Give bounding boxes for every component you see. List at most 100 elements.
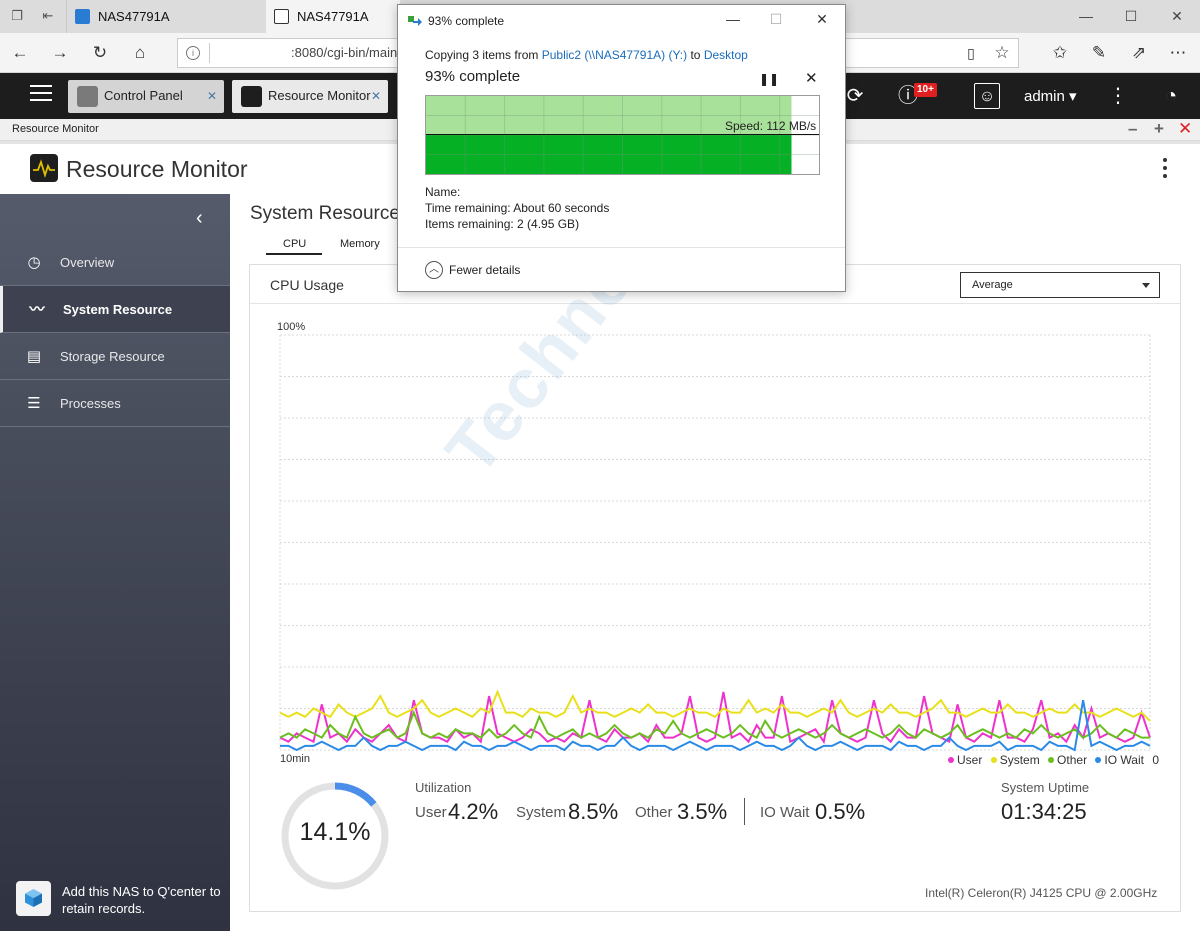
close-app-icon[interactable]: ✕ bbox=[1178, 120, 1192, 138]
destination-link[interactable]: Desktop bbox=[704, 48, 748, 62]
dialog-maximize-icon: ☐ bbox=[769, 11, 783, 27]
legend-item-user[interactable]: User bbox=[948, 753, 982, 767]
transfer-speed-graph bbox=[425, 95, 820, 175]
app-tab-label: Resource Monitor bbox=[268, 88, 371, 103]
app-menu-icon[interactable] bbox=[1157, 158, 1173, 182]
legend-dot bbox=[1048, 757, 1055, 763]
fewer-details-link[interactable]: Fewer details bbox=[449, 263, 520, 277]
dialog-close-icon[interactable]: ✕ bbox=[812, 11, 832, 28]
favorite-star-icon[interactable]: ☆ bbox=[990, 41, 1014, 65]
back-icon[interactable]: ← bbox=[8, 41, 32, 65]
sidebar-item-processes[interactable]: ☰ Processes bbox=[0, 380, 230, 427]
close-tab-icon[interactable]: ✕ bbox=[371, 89, 381, 103]
more-icon[interactable]: ⋯ bbox=[1166, 41, 1190, 65]
y-axis-top-label: 100% bbox=[277, 321, 305, 333]
stat-divider bbox=[744, 798, 745, 825]
tab-groups-icon[interactable]: ❐ bbox=[9, 8, 25, 24]
legend-item-other[interactable]: Other bbox=[1048, 753, 1087, 767]
legend-dot bbox=[1095, 757, 1102, 763]
legend-item-io-wait[interactable]: IO Wait bbox=[1095, 753, 1144, 767]
stat-user-name: User bbox=[415, 804, 447, 821]
uptime-value: 01:34:25 bbox=[1001, 799, 1087, 824]
address-url[interactable]: :8080/cgi-bin/main bbox=[291, 45, 397, 60]
stat-system-name: System bbox=[516, 804, 567, 821]
copy-prefix: Copying 3 items from bbox=[425, 48, 539, 62]
section-title: System Resource bbox=[250, 203, 400, 224]
sidebar-item-system-resource[interactable]: 〰 System Resource bbox=[0, 286, 230, 333]
tab-memory[interactable]: Memory bbox=[340, 238, 380, 250]
copy-to-word: to bbox=[690, 48, 701, 62]
reading-view-icon[interactable]: ▯ bbox=[959, 41, 983, 65]
close-tab-icon[interactable]: ✕ bbox=[207, 89, 217, 103]
address-separator bbox=[209, 43, 210, 63]
refresh-icon[interactable]: ↻ bbox=[88, 41, 112, 65]
home-icon[interactable]: ⌂ bbox=[128, 41, 152, 65]
pause-icon[interactable]: ❚❚ bbox=[759, 72, 779, 86]
legend-dot bbox=[990, 757, 997, 763]
series-line-io-wait bbox=[280, 700, 1151, 752]
browser-tab[interactable]: NAS47791A bbox=[66, 0, 264, 33]
minimize-app-icon[interactable]: – bbox=[1128, 120, 1137, 138]
utilization-label: Utilization bbox=[415, 780, 472, 795]
time-remaining: Time remaining: About 60 seconds bbox=[425, 201, 610, 215]
app-tab-resource-monitor[interactable]: Resource Monitor ✕ bbox=[232, 80, 388, 113]
qcenter-promo-text[interactable]: Add this NAS to Q'center to retain recor… bbox=[62, 883, 222, 917]
cancel-copy-icon[interactable]: ✕ bbox=[805, 69, 818, 87]
x-axis-left-label: 10min bbox=[280, 753, 310, 765]
pen-icon[interactable]: ✎ bbox=[1087, 41, 1111, 65]
share-icon[interactable]: ⇗ bbox=[1127, 41, 1151, 65]
legend-dot bbox=[948, 757, 954, 763]
user-menu[interactable]: admin ▾ bbox=[1024, 87, 1077, 105]
username: admin bbox=[1024, 88, 1065, 105]
resource-monitor-logo-icon bbox=[30, 154, 58, 182]
sidebar-item-label: Overview bbox=[60, 255, 115, 270]
browser-tab-active[interactable]: NAS47791A bbox=[266, 0, 400, 33]
transfer-speed: Speed: 112 MB/s bbox=[725, 119, 817, 133]
qcenter-cube-icon[interactable] bbox=[16, 881, 51, 916]
favorites-list-icon[interactable]: ✩ bbox=[1048, 41, 1072, 65]
collapse-sidebar-icon[interactable]: ‹ bbox=[196, 207, 203, 230]
app-tab-label: Control Panel bbox=[104, 88, 183, 103]
dialog-divider bbox=[398, 247, 845, 248]
page-favicon-icon bbox=[274, 9, 289, 24]
forward-icon[interactable]: → bbox=[48, 41, 72, 65]
sidebar-item-storage-resource[interactable]: ▤ Storage Resource bbox=[0, 333, 230, 380]
sidebar-item-overview[interactable]: ◷ Overview bbox=[0, 239, 230, 286]
dialog-minimize-icon[interactable]: — bbox=[723, 11, 743, 27]
line-chart-icon: 〰 bbox=[29, 301, 45, 318]
user-icon[interactable]: ☺ bbox=[974, 83, 1000, 109]
list-icon: ☰ bbox=[27, 395, 41, 412]
more-options-icon[interactable]: ⋮ bbox=[1105, 83, 1131, 109]
main-menu-icon[interactable] bbox=[30, 85, 52, 103]
percent-complete: 93% complete bbox=[425, 68, 521, 85]
resource-monitor-icon bbox=[241, 86, 262, 107]
minimize-window-icon[interactable]: — bbox=[1063, 0, 1109, 33]
average-select[interactable]: Average bbox=[960, 272, 1160, 298]
gear-icon bbox=[77, 86, 98, 107]
close-window-icon[interactable]: ✕ bbox=[1154, 0, 1200, 33]
window-title: Resource Monitor bbox=[12, 123, 99, 135]
storage-icon: ▤ bbox=[26, 348, 42, 365]
dropdown-arrow-icon bbox=[1142, 283, 1150, 288]
uptime-label: System Uptime bbox=[1001, 780, 1090, 795]
gauge-value: 14.1% bbox=[299, 818, 371, 846]
panel-title: CPU Usage bbox=[270, 277, 344, 293]
app-tab-control-panel[interactable]: Control Panel ✕ bbox=[68, 80, 224, 113]
chart-series bbox=[279, 689, 1151, 752]
legend-item-system[interactable]: System bbox=[990, 753, 1040, 767]
source-link[interactable]: Public2 (\\NAS47791A) (Y:) bbox=[542, 48, 687, 62]
site-info-icon[interactable]: i bbox=[186, 46, 200, 60]
maximize-window-icon[interactable]: ☐ bbox=[1108, 0, 1154, 33]
dashboard-icon[interactable]: ◔ bbox=[1158, 83, 1184, 109]
set-aside-tabs-icon[interactable]: ⇤ bbox=[40, 8, 56, 24]
stat-iowait-value: 0.5% bbox=[815, 799, 866, 824]
stat-system-value: 8.5% bbox=[568, 799, 619, 824]
select-value: Average bbox=[972, 279, 1013, 291]
tab-cpu[interactable]: CPU bbox=[283, 238, 306, 250]
chevron-up-icon[interactable]: ︿ bbox=[425, 261, 443, 279]
cpu-model: Intel(R) Celeron(R) J4125 CPU @ 2.00GHz bbox=[925, 886, 1158, 900]
stat-iowait-name: IO Wait bbox=[760, 804, 810, 821]
legend-label: System bbox=[999, 753, 1040, 767]
maximize-app-icon[interactable]: + bbox=[1154, 120, 1164, 138]
stat-other-name: Other bbox=[635, 804, 673, 821]
